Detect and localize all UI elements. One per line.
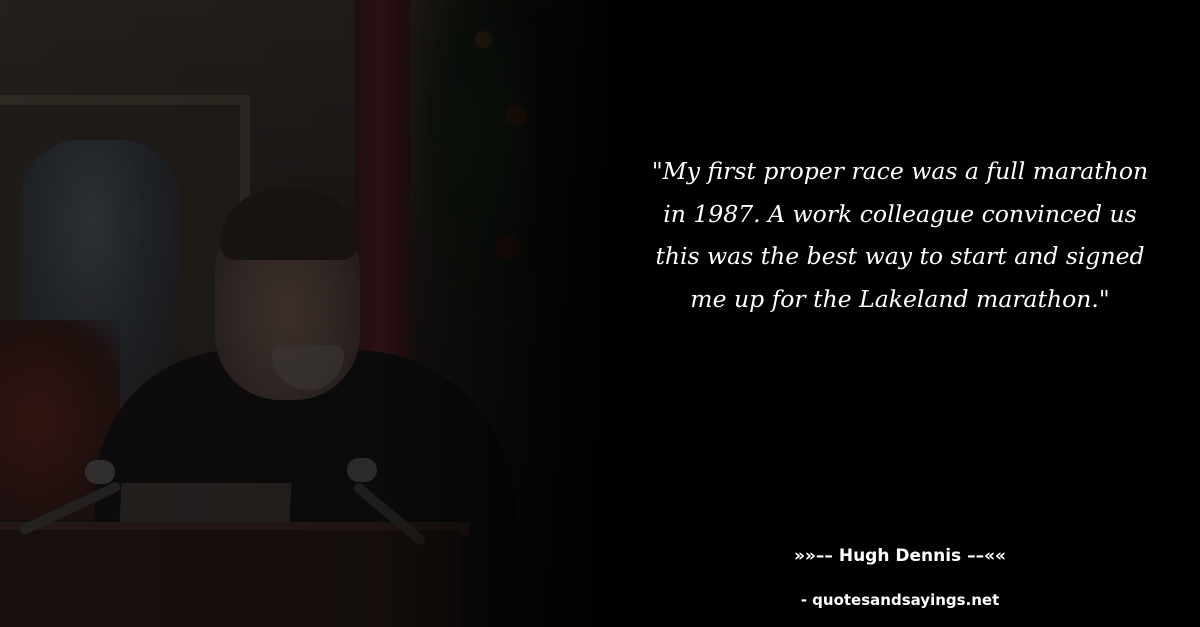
quote-author: »»–– Hugh Dennis ––«« [793, 546, 1007, 566]
source-link[interactable]: - quotesandsayings.net [640, 588, 1160, 612]
quote-card: "My first proper race was a full maratho… [0, 0, 1200, 627]
quote-text: "My first proper race was a full maratho… [651, 157, 1149, 313]
photo-gradient-overlay [0, 0, 620, 627]
speaker-photo [0, 0, 620, 627]
